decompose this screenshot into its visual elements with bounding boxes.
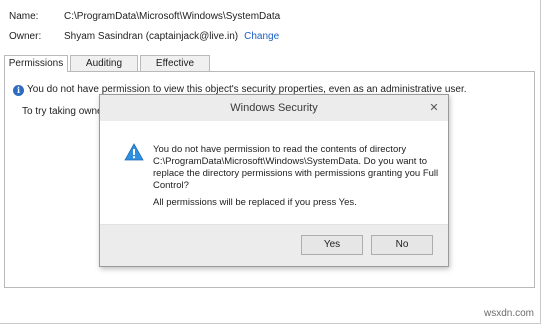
dialog-titlebar: Windows Security ✕ [100, 95, 448, 121]
tab-permissions[interactable]: Permissions [4, 55, 68, 72]
no-button[interactable]: No [371, 235, 433, 255]
watermark: wsxdn.com [483, 308, 534, 319]
close-button[interactable]: ✕ [428, 102, 440, 114]
name-label: Name: [9, 11, 39, 22]
owner-value: Shyam Sasindran (captainjack@live.in) [64, 31, 239, 42]
owner-row: Owner: Shyam Sasindran (captainjack@live.… [9, 30, 279, 44]
name-value: C:\ProgramData\Microsoft\Windows\SystemD… [64, 11, 281, 22]
name-row: Name: C:\ProgramData\Microsoft\Windows\Sy… [9, 10, 280, 24]
dialog-title: Windows Security [230, 102, 318, 114]
owner-label: Owner: [9, 31, 42, 42]
message-line: You do not have permission to read the c… [153, 144, 407, 155]
tab-effective-access[interactable]: Effective Access [140, 55, 210, 84]
ownership-text: To try taking ownership [22, 106, 102, 117]
dialog-message: You do not have permission to read the c… [153, 144, 439, 192]
change-owner-link[interactable]: Change [244, 31, 279, 42]
tab-auditing[interactable]: Auditing [70, 55, 138, 71]
dialog-button-bar: Yes No [100, 224, 448, 266]
windows-security-dialog: Windows Security ✕ You do not have permi… [99, 94, 449, 267]
info-icon: i [13, 85, 24, 96]
message-line: Control? [153, 180, 189, 191]
message-line: C:\ProgramData\Microsoft\Windows\SystemD… [153, 156, 428, 167]
dialog-message-secondary: All permissions will be replaced if you … [153, 197, 357, 208]
security-properties-window: Name: C:\ProgramData\Microsoft\Windows\Sy… [0, 0, 541, 324]
message-line: replace the directory permissions with p… [153, 168, 439, 179]
warning-icon [124, 143, 144, 161]
yes-button[interactable]: Yes [301, 235, 363, 255]
